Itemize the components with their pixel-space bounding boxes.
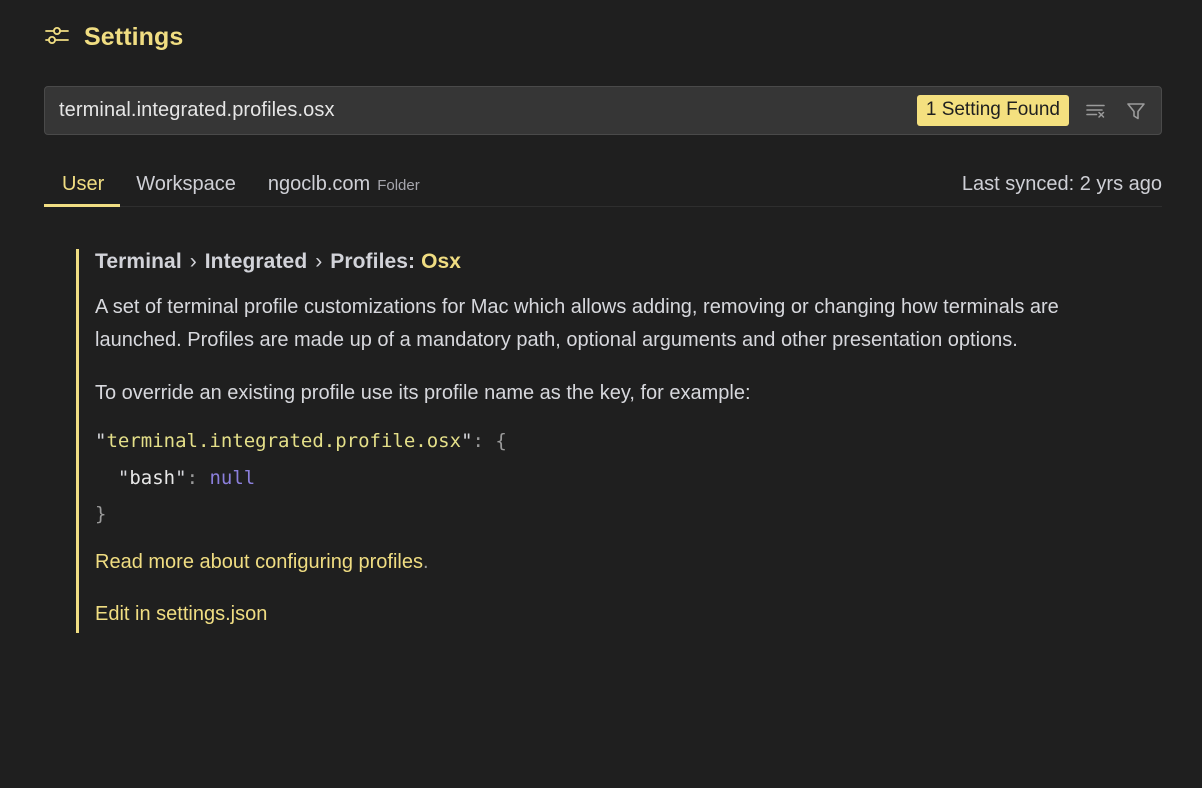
tab-workspace-label: Workspace [136,173,236,195]
breadcrumb-separator-icon: › [189,250,197,273]
code-colon-1: : [472,430,484,453]
edit-settings-json-row: Edit in settings.json [95,601,1162,627]
setting-title-part-1: Terminal [95,250,182,273]
code-quote-1: " [95,430,107,453]
results-count-badge: 1 Setting Found [916,95,1069,126]
settings-search-bar[interactable]: 1 Setting Found [44,86,1162,135]
read-more-link[interactable]: Read more about configuring profiles. [95,549,429,575]
tab-user-label: User [62,173,105,195]
read-more-link-label: Read more about configuring profiles [95,550,423,573]
setting-title: Terminal › Integrated › Profiles: Osx [95,249,1162,275]
tab-user[interactable]: User [44,172,121,207]
edit-in-settings-json-link[interactable]: Edit in settings.json [95,601,267,627]
settings-header: Settings [0,0,1202,58]
setting-item: Terminal › Integrated › Profiles: Osx A … [76,249,1162,633]
setting-code-example: "terminal.integrated.profile.osx": { "ba… [95,423,1162,532]
setting-title-match: Osx [421,250,462,273]
page-title: Settings [84,22,184,51]
read-more-link-row: Read more about configuring profiles. [95,549,1162,575]
code-open-brace: { [495,430,507,453]
search-input[interactable] [45,87,917,134]
settings-scope-tabs: User Workspace ngoclb.com Folder Last syn… [44,157,1162,207]
clear-filters-icon[interactable] [1079,94,1113,128]
code-quote-2: " [461,430,473,453]
filter-funnel-icon[interactable] [1119,94,1153,128]
tab-list: User Workspace ngoclb.com Folder [44,172,436,207]
setting-description: A set of terminal profile customizations… [95,296,1059,351]
search-actions [1079,94,1153,128]
tab-folder[interactable]: ngoclb.com Folder [252,172,436,206]
read-more-link-period: . [422,550,429,573]
last-synced-status: Last synced: 2 yrs ago [961,173,1162,195]
breadcrumb-separator-icon-2: › [315,250,323,273]
tab-workspace[interactable]: Workspace [120,172,252,206]
code-quote-4: " [175,466,187,489]
setting-override-note: To override an existing profile use its … [95,382,751,405]
code-value-null: null [209,466,256,489]
code-quote-3: " [117,466,130,489]
setting-title-part-2: Integrated [204,250,308,273]
tab-folder-sublabel: Folder [377,177,420,194]
code-colon-2: : [186,466,199,489]
setting-title-part-3: Profiles: [330,250,416,273]
code-key-osx: terminal.integrated.profile.osx [106,430,462,453]
code-close-brace: } [95,503,107,526]
tab-folder-label: ngoclb.com [267,173,371,195]
code-key-bash: bash [129,466,176,489]
settings-sliders-icon [44,24,70,51]
